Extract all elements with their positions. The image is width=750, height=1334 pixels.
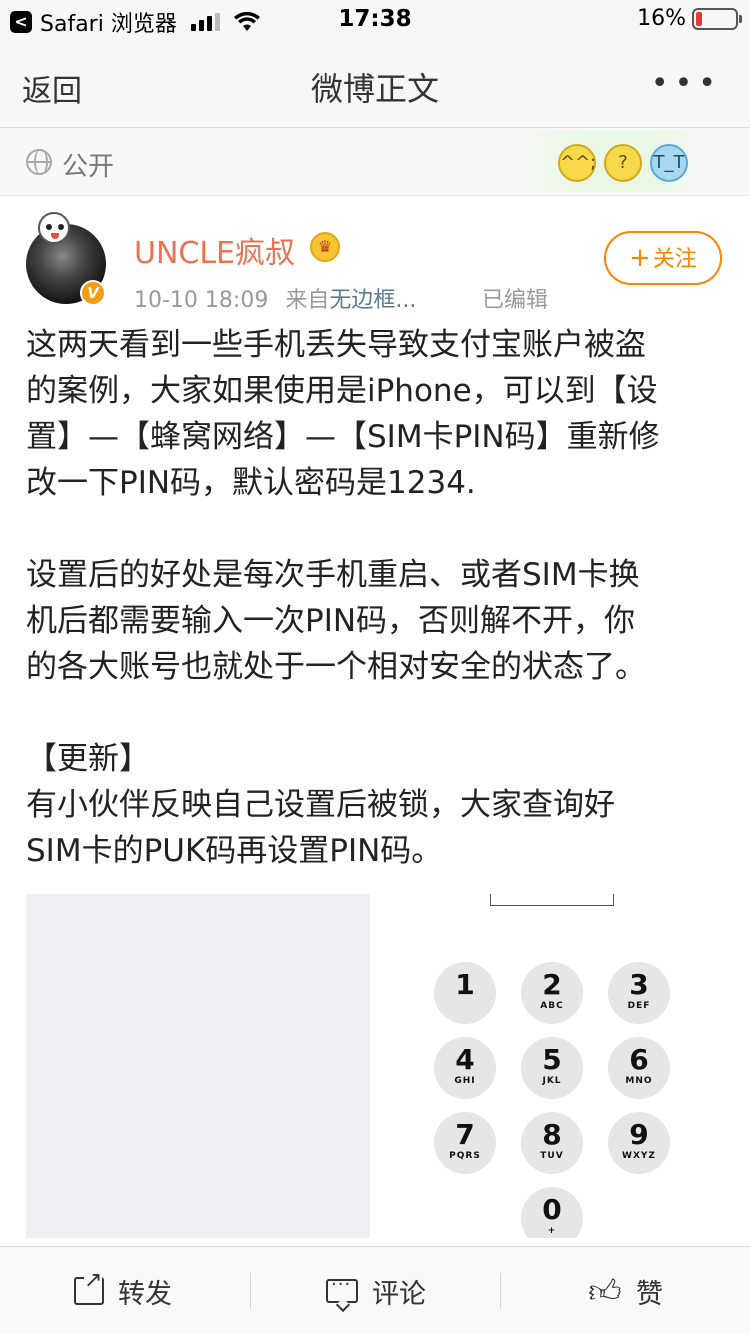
- page-title: 微博正文: [310, 70, 439, 108]
- forward-label: 转发: [118, 1278, 172, 1310]
- confused-emoji-icon[interactable]: ?: [604, 144, 642, 182]
- follow-button[interactable]: +关注: [604, 231, 722, 285]
- bottom-action-bar: 转发 评论 👍︎ 赞: [0, 1246, 750, 1334]
- thumbs-up-icon: 👍︎: [588, 1272, 622, 1310]
- globe-icon: [26, 149, 52, 175]
- post-image-blank[interactable]: [26, 894, 370, 1238]
- comment-icon: [326, 1274, 358, 1303]
- source-link[interactable]: 无边框...: [329, 288, 416, 313]
- keypad-key-3[interactable]: 3 DEF: [608, 962, 670, 1024]
- battery-level-fill: [696, 11, 702, 26]
- post-body: 这两天看到一些手机丢失导致支付宝账户被盗 的案例，大家如果使用是iPhone，可…: [26, 322, 726, 874]
- like-button[interactable]: 👍︎ 赞: [588, 1247, 663, 1334]
- edited-label[interactable]: 已编辑: [482, 282, 548, 314]
- divider: [250, 1273, 251, 1309]
- keypad-key-number: 9: [629, 1118, 649, 1151]
- navigation-bar: 返回 微博正文 •••: [0, 40, 750, 128]
- keypad-key-letters: JKL: [542, 1076, 562, 1086]
- keypad-key-letters: PQRS: [449, 1151, 481, 1161]
- divider: [500, 1273, 501, 1309]
- keypad-key-number: 7: [455, 1118, 475, 1151]
- forward-icon: [74, 1269, 104, 1305]
- battery-icon: [692, 7, 742, 30]
- post-paragraph: 【更新】 有小伙伴反映自己设置后被锁，大家查询好 SIM卡的PUK码再设置PIN…: [26, 741, 615, 869]
- keypad-key-0[interactable]: 0 +: [521, 1187, 583, 1238]
- more-dots-icon[interactable]: •••: [651, 66, 722, 101]
- like-label: 赞: [636, 1278, 663, 1310]
- pin-entry-field: [490, 894, 614, 906]
- status-right: 16%: [637, 6, 742, 31]
- post-meta: 10-10 18:09 来自无边框...: [134, 282, 416, 314]
- keypad-key-number: 5: [542, 1043, 562, 1076]
- crying-emoji-icon[interactable]: T_T: [650, 144, 688, 182]
- keypad-key-number: 3: [629, 968, 649, 1001]
- comment-label: 评论: [372, 1278, 426, 1310]
- post-paragraph: 设置后的好处是每次手机重启、或者SIM卡换 机后都需要输入一次PIN码，否则解不…: [26, 557, 646, 685]
- keypad-key-letters: DEF: [627, 1001, 651, 1011]
- keypad-key-number: 8: [542, 1118, 562, 1151]
- post-time: 10-10 18:09: [134, 288, 269, 313]
- verified-badge-icon: V: [80, 280, 106, 306]
- post-paragraph: 这两天看到一些手机丢失导致支付宝账户被盗 的案例，大家如果使用是iPhone，可…: [26, 327, 660, 501]
- avatar-dog-sticker-icon: [38, 212, 70, 244]
- keypad-key-number: 1: [455, 968, 475, 1001]
- follow-label: 关注: [652, 247, 697, 272]
- keypad-key-letters: TUV: [540, 1151, 564, 1161]
- keypad-key-number: 0: [542, 1193, 562, 1226]
- post-image-keypad[interactable]: 1 2 ABC 3 DEF 4 GHI 5 JKL 6 MNO 7 PQRS 8 TUV 9 WXYZ 0 +: [380, 894, 724, 1238]
- keypad-key-2[interactable]: 2 ABC: [521, 962, 583, 1024]
- keypad-key-letters: MNO: [625, 1076, 653, 1086]
- keypad-key-letters: +: [547, 1226, 557, 1236]
- keypad-key-5[interactable]: 5 JKL: [521, 1037, 583, 1099]
- vip-crown-icon: ♛: [310, 232, 340, 262]
- sweat-smile-emoji-icon[interactable]: ^^;: [558, 144, 596, 182]
- visibility-label: 公开: [62, 152, 115, 182]
- author-name[interactable]: UNCLE疯叔: [134, 228, 295, 272]
- keypad-key-number: 4: [455, 1043, 475, 1076]
- status-bar: < Safari 浏览器 17:38 16%: [0, 0, 750, 40]
- source-prefix: 来自: [285, 288, 330, 313]
- forward-button[interactable]: 转发: [74, 1247, 172, 1334]
- keypad-key-4[interactable]: 4 GHI: [434, 1037, 496, 1099]
- keypad-key-letters: ABC: [540, 1001, 564, 1011]
- keypad-key-number: 2: [542, 968, 562, 1001]
- keypad-key-number: 6: [629, 1043, 649, 1076]
- keypad-key-7[interactable]: 7 PQRS: [434, 1112, 496, 1174]
- keypad-key-1[interactable]: 1: [434, 962, 496, 1024]
- keypad-key-letters: GHI: [454, 1076, 476, 1086]
- keypad-key-8[interactable]: 8 TUV: [521, 1112, 583, 1174]
- keypad-key-letters: WXYZ: [622, 1151, 656, 1161]
- keypad-key-9[interactable]: 9 WXYZ: [608, 1112, 670, 1174]
- comment-button[interactable]: 评论: [326, 1247, 426, 1334]
- plus-icon: +: [629, 243, 651, 273]
- keypad-key-6[interactable]: 6 MNO: [608, 1037, 670, 1099]
- battery-percent: 16%: [637, 6, 686, 31]
